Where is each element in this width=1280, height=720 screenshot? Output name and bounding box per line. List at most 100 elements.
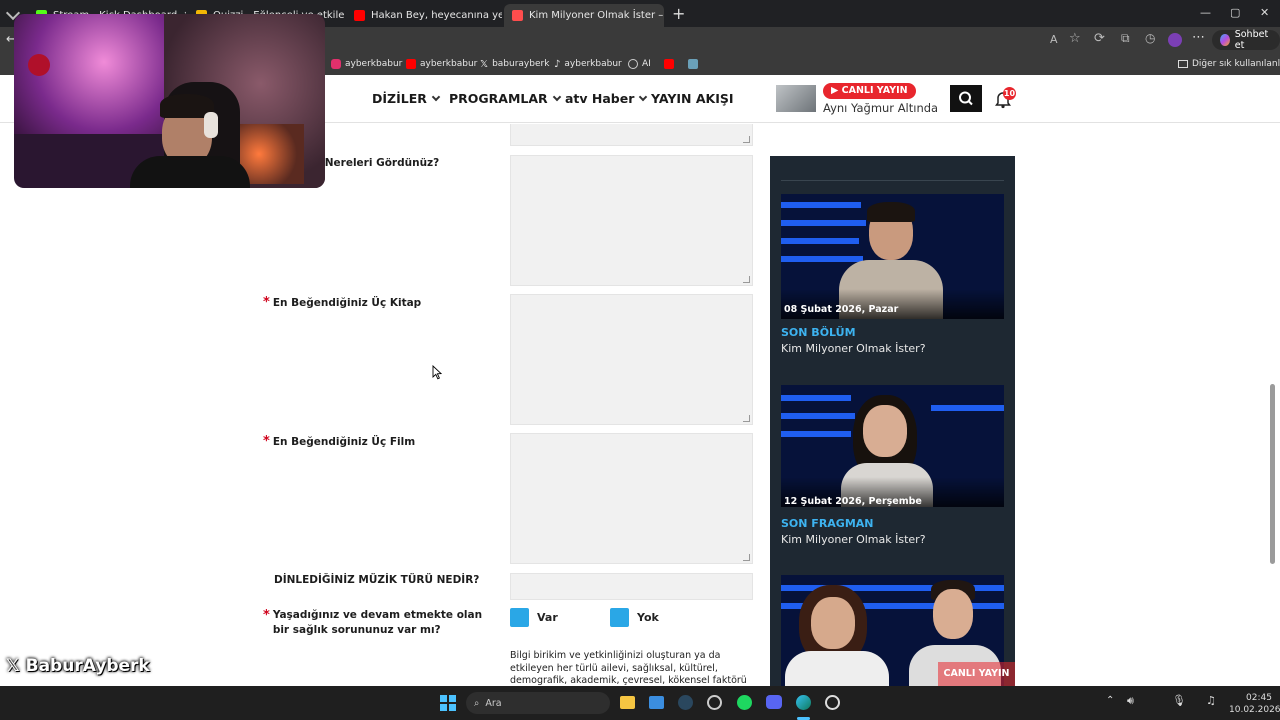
bookmark-label: baburayberk [492, 59, 550, 69]
bookmark-x[interactable]: 𝕏 baburayberk [480, 57, 549, 71]
headset [204, 112, 218, 138]
maximize-button[interactable]: ▢ [1230, 6, 1240, 19]
windows-logo-icon [440, 704, 447, 711]
x-watermark: 𝕏 BaburAyberk [6, 656, 150, 676]
edge-icon[interactable] [796, 695, 811, 710]
video-title[interactable]: Kim Milyoner Olmak İster? [781, 533, 926, 546]
live-show-thumbnail[interactable] [776, 85, 816, 112]
films-textarea[interactable] [510, 433, 753, 564]
photos-icon[interactable] [649, 696, 664, 709]
page-scrollbar[interactable] [1270, 384, 1275, 564]
notification-count: 10 [1003, 87, 1016, 100]
tray-chevron-icon[interactable]: ⌃ [1106, 695, 1114, 706]
notification-bell[interactable]: 10 [994, 87, 1016, 109]
watermark-text: BaburAyberk [25, 656, 150, 676]
music-input[interactable] [510, 573, 753, 600]
live-badge[interactable]: ▶ CANLI YAYIN [823, 83, 916, 99]
discord-icon[interactable] [766, 695, 782, 709]
video-card[interactable]: CANLI YAYIN [770, 575, 1015, 686]
previous-textarea[interactable] [510, 124, 753, 146]
video-thumbnail[interactable]: 08 Şubat 2026, Pazar [781, 194, 1004, 319]
video-card[interactable]: 08 Şubat 2026, Pazar SON BÖLÜM Kim Milyo… [770, 194, 1015, 369]
video-thumbnail[interactable]: 12 Şubat 2026, Perşembe [781, 385, 1004, 507]
taskbar-search[interactable]: ⌕ Ara [466, 692, 610, 714]
nav-label: PROGRAMLAR [449, 91, 548, 106]
bookmark-tiktok[interactable]: ♪ ayberkbabur [554, 57, 622, 71]
other-bookmarks[interactable]: Diğer sık kullanılanlar [1178, 57, 1280, 71]
bookmark-youtube[interactable]: ayberkbabur [406, 57, 477, 71]
clock-date[interactable]: 10.02.2026 [1229, 705, 1280, 715]
chevron-down-icon [431, 92, 441, 101]
nav-yayin-akisi[interactable]: YAYIN AKIŞI [651, 91, 734, 106]
search-button[interactable] [950, 85, 982, 112]
app-icon-2[interactable] [825, 695, 840, 710]
nav-atv-haber[interactable]: atv Haber [565, 91, 648, 106]
live-label[interactable]: CANLI YAYIN [938, 662, 1015, 686]
copilot-chat-button[interactable]: Sohbet et [1212, 29, 1280, 51]
chevron-down-icon [639, 92, 648, 101]
places-textarea[interactable] [510, 155, 753, 286]
history-icon[interactable]: ◷ [1145, 31, 1155, 45]
new-tab-button[interactable]: + [672, 4, 685, 23]
close-window-button[interactable]: ✕ [1260, 6, 1269, 19]
steam-icon[interactable] [678, 695, 693, 710]
books-textarea[interactable] [510, 294, 753, 425]
more-menu-icon[interactable]: ⋯ [1192, 30, 1205, 45]
field-label-books: * En Beğendiğiniz Üç Kitap [263, 295, 421, 311]
bookmark-youtube-2[interactable] [664, 57, 674, 71]
bookmark-image[interactable] [688, 57, 698, 71]
read-aloud-icon[interactable]: A [1050, 33, 1058, 46]
speaker-icon[interactable]: ♫ [1206, 694, 1216, 707]
nav-label: YAYIN AKIŞI [651, 91, 734, 106]
bookmark-label: ayberkbabur [345, 59, 403, 69]
windows-logo-icon [449, 704, 456, 711]
favorite-star-icon[interactable]: ☆ [1069, 31, 1081, 46]
wall-art-sun [28, 54, 50, 76]
search-icon: ⌕ [474, 697, 480, 709]
clock-time[interactable]: 02:45 [1246, 693, 1272, 703]
chat-button-label: Sohbet et [1234, 29, 1269, 51]
stage-stripe [781, 395, 851, 401]
live-show-title[interactable]: Aynı Yağmur Altında [823, 101, 938, 115]
start-button[interactable] [440, 695, 456, 711]
youtube-icon [354, 10, 365, 21]
option-var[interactable]: Var [510, 608, 558, 627]
search-icon [959, 91, 973, 106]
spotify-icon[interactable] [737, 695, 752, 710]
checkbox-yok[interactable] [610, 608, 629, 627]
video-title[interactable]: Kim Milyoner Olmak İster? [781, 342, 926, 355]
browser-tab-active[interactable]: Kim Milyoner Olmak İster – Başvu ✕ [504, 4, 664, 27]
minimize-button[interactable]: — [1200, 6, 1211, 19]
extensions-icon[interactable]: ⧉ [1121, 31, 1130, 46]
bookmark-label: AI [642, 59, 651, 69]
field-label-music: DİNLEDİĞİNİZ MÜZİK TÜRÜ NEDİR? [274, 574, 480, 586]
nav-diziler[interactable]: DİZİLER [372, 91, 441, 106]
app-icon[interactable] [707, 695, 722, 710]
option-label: Yok [637, 611, 659, 624]
microphone-icon[interactable]: 🎙︎ [1172, 694, 1186, 707]
windows-logo-icon [440, 695, 447, 702]
bookmark-instagram[interactable]: ayberkbabur [331, 57, 402, 71]
bookmark-ai[interactable]: AI [628, 57, 651, 71]
video-date: 12 Şubat 2026, Perşembe [784, 496, 922, 507]
file-explorer-icon[interactable] [620, 696, 635, 709]
image-bookmark-icon [688, 59, 698, 69]
checkbox-var[interactable] [510, 608, 529, 627]
windows-logo-icon [449, 695, 456, 702]
video-category[interactable]: SON BÖLÜM [781, 326, 856, 339]
refresh-icon[interactable]: ⟳ [1094, 31, 1105, 46]
host-body [785, 651, 889, 686]
field-label-places: a Nereleri Gördünüz? [314, 157, 440, 169]
video-card[interactable]: 12 Şubat 2026, Perşembe SON FRAGMAN Kim … [770, 385, 1015, 560]
volume-tray-icon[interactable]: 🔊︎ [1127, 694, 1134, 708]
nav-programlar[interactable]: PROGRAMLAR [449, 91, 561, 106]
profile-icon[interactable] [1168, 33, 1182, 47]
option-yok[interactable]: Yok [610, 608, 659, 627]
nav-label: atv Haber [565, 91, 635, 106]
stage-stripe [781, 413, 855, 419]
sidebar-divider [781, 180, 1004, 181]
browser-tab[interactable]: Hakan Bey, heyecanına yenik düş ✕ [346, 4, 502, 27]
video-category[interactable]: SON FRAGMAN [781, 517, 874, 530]
stage-stripe [931, 405, 1004, 411]
webcam-overlay [14, 14, 325, 188]
